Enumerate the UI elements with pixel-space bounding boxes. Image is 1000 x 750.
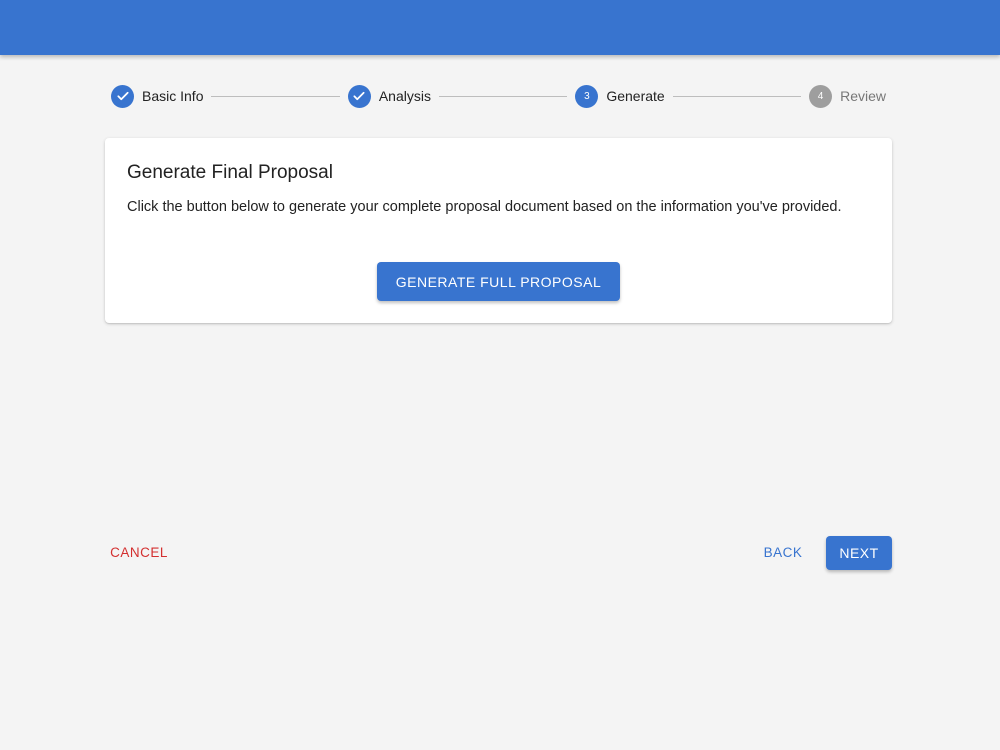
step-completed-indicator	[347, 84, 371, 108]
step-generate[interactable]: 3 Generate	[575, 84, 665, 108]
stepper: Basic Info Analysis 3 Generate 4 Review	[111, 84, 886, 108]
card-title: Generate Final Proposal	[127, 162, 333, 183]
step-completed-indicator	[111, 84, 134, 108]
step-connector	[211, 95, 340, 97]
step-label: Basic Info	[142, 88, 204, 104]
step-label: Analysis	[378, 88, 431, 104]
step-number-badge: 4	[809, 84, 833, 108]
step-connector	[672, 95, 802, 97]
step-number-badge: 3	[575, 84, 599, 108]
next-button[interactable]: NEXT	[826, 536, 892, 570]
step-label: Review	[840, 88, 886, 104]
step-review[interactable]: 4 Review	[809, 84, 886, 108]
step-analysis[interactable]: Analysis	[347, 84, 431, 108]
generate-proposal-card: Generate Final Proposal Click the button…	[105, 138, 892, 323]
app-bar	[0, 0, 1000, 55]
check-icon	[353, 91, 365, 101]
card-description: Click the button below to generate your …	[127, 199, 842, 215]
cancel-button[interactable]: CANCEL	[104, 538, 174, 566]
back-button[interactable]: BACK	[756, 538, 810, 566]
check-icon	[116, 91, 129, 101]
generate-full-proposal-button[interactable]: GENERATE FULL PROPOSAL	[377, 262, 620, 301]
step-label: Generate	[606, 88, 665, 104]
step-connector	[438, 95, 568, 97]
step-basic-info[interactable]: Basic Info	[111, 84, 204, 108]
